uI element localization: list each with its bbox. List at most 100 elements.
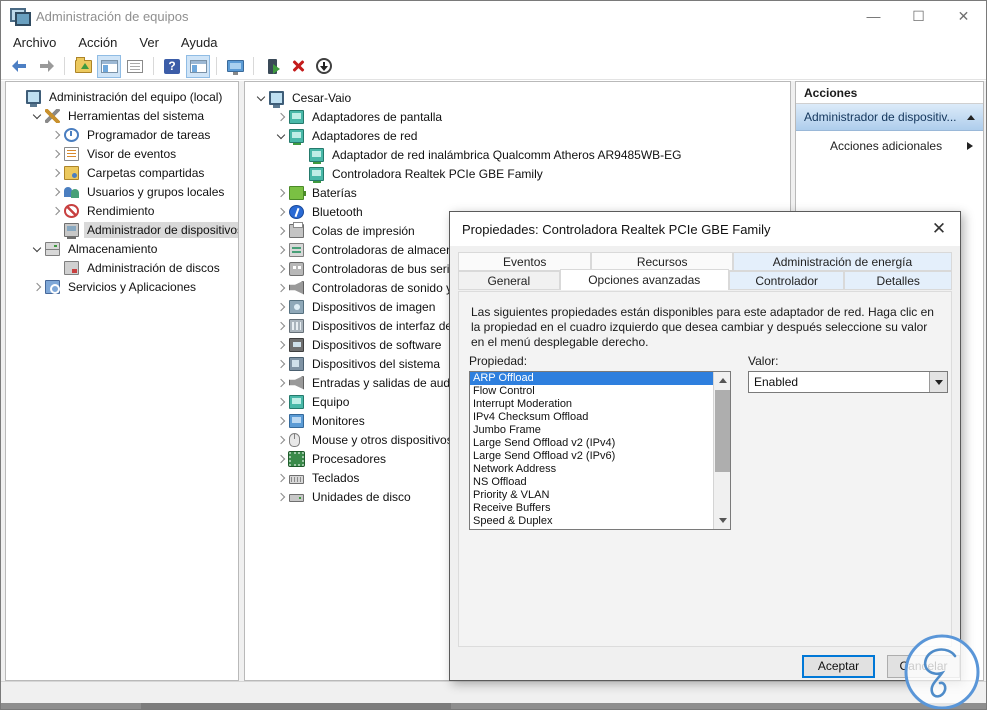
- toolbar-separator: [253, 57, 254, 75]
- close-button[interactable]: ✕: [941, 1, 986, 31]
- tree-item[interactable]: Administración de discos: [6, 258, 238, 277]
- uninstall-device-button[interactable]: [286, 55, 310, 78]
- chevron-down-icon[interactable]: [32, 243, 41, 252]
- menu-ayuda[interactable]: Ayuda: [181, 35, 218, 50]
- chevron-right-icon[interactable]: [276, 302, 285, 311]
- chevron-right-icon[interactable]: [276, 188, 285, 197]
- tree-item[interactable]: Usuarios y grupos locales: [6, 182, 238, 201]
- tree-item[interactable]: Adaptadores de pantalla: [251, 107, 790, 126]
- scrollbar-thumb[interactable]: [715, 390, 730, 472]
- chevron-right-icon[interactable]: [276, 378, 285, 387]
- chevron-right-icon[interactable]: [51, 149, 60, 158]
- property-list-item[interactable]: Large Send Offload v2 (IPv4): [470, 437, 713, 450]
- remote-monitor-button[interactable]: [223, 55, 247, 78]
- property-list-item[interactable]: NS Offload: [470, 476, 713, 489]
- chevron-right-icon[interactable]: [276, 226, 285, 235]
- chevron-right-icon[interactable]: [276, 359, 285, 368]
- accept-button[interactable]: Aceptar: [802, 655, 875, 678]
- tab-administracion-de-energia[interactable]: Administración de energía: [732, 252, 952, 271]
- forward-button[interactable]: [34, 55, 58, 78]
- performance-icon: [64, 203, 79, 218]
- taskbar-edge: [1, 703, 986, 709]
- tab-detalles[interactable]: Detalles: [844, 271, 952, 290]
- property-list-item[interactable]: Receive Buffers: [470, 502, 713, 515]
- update-driver-button[interactable]: [260, 55, 284, 78]
- chevron-down-icon[interactable]: [929, 372, 947, 392]
- dialog-close-icon[interactable]: ✕: [928, 219, 950, 239]
- tree-item[interactable]: Herramientas del sistema: [6, 106, 238, 125]
- property-list-item[interactable]: ARP Offload: [470, 372, 713, 385]
- chevron-right-icon[interactable]: [51, 206, 60, 215]
- tree-item[interactable]: Cesar-Vaio: [251, 88, 790, 108]
- tab-description: Las siguientes propiedades están disponi…: [471, 305, 934, 349]
- chevron-right-icon[interactable]: [276, 207, 285, 216]
- chevron-right-icon[interactable]: [276, 492, 285, 501]
- chevron-right-icon[interactable]: [276, 283, 285, 292]
- menu-archivo[interactable]: Archivo: [13, 35, 56, 50]
- property-list-item[interactable]: Interrupt Moderation: [470, 398, 713, 411]
- property-list-item[interactable]: IPv4 Checksum Offload: [470, 411, 713, 424]
- chevron-right-icon[interactable]: [276, 245, 285, 254]
- listbox-scrollbar[interactable]: [713, 372, 730, 529]
- property-list-item[interactable]: Priority & VLAN: [470, 489, 713, 502]
- actions-group-device-manager[interactable]: Administrador de dispositiv...: [796, 104, 983, 131]
- tree-item[interactable]: Servicios y Aplicaciones: [6, 277, 238, 296]
- property-list-item[interactable]: Large Send Offload v2 (IPv6): [470, 450, 713, 463]
- properties-button[interactable]: [123, 55, 147, 78]
- chevron-right-icon[interactable]: [51, 130, 60, 139]
- tree-item[interactable]: Rendimiento: [6, 201, 238, 220]
- scroll-up-icon[interactable]: [714, 372, 731, 389]
- chevron-right-icon[interactable]: [276, 264, 285, 273]
- tree-item[interactable]: Controladora Realtek PCIe GBE Family: [251, 164, 790, 183]
- tree-item[interactable]: Adaptador de red inalámbrica Qualcomm At…: [251, 145, 790, 164]
- property-list-item[interactable]: Speed & Duplex: [470, 515, 713, 528]
- menu-accion[interactable]: Acción: [78, 35, 117, 50]
- chevron-right-icon[interactable]: [51, 168, 60, 177]
- back-button[interactable]: [8, 55, 32, 78]
- menu-ver[interactable]: Ver: [139, 35, 159, 50]
- chevron-right-icon[interactable]: [276, 473, 285, 482]
- property-list-item[interactable]: Network Address: [470, 463, 713, 476]
- tree-item[interactable]: Carpetas compartidas: [6, 163, 238, 182]
- up-level-button[interactable]: [71, 55, 95, 78]
- chevron-right-icon[interactable]: [276, 454, 285, 463]
- actions-item-additional[interactable]: Acciones adicionales: [796, 131, 983, 161]
- computer-mgmt-icon: [26, 89, 41, 107]
- chevron-right-icon[interactable]: [276, 416, 285, 425]
- tree-item[interactable]: Adaptadores de red: [251, 126, 790, 145]
- value-combobox[interactable]: Enabled: [748, 371, 948, 393]
- tree-item-label: Programador de tareas: [87, 127, 211, 142]
- computer-management-window: Administración de equipos — ☐ ✕ Archivo …: [0, 0, 987, 710]
- tree-item[interactable]: Administrador de dispositivos: [6, 220, 238, 239]
- tree-item[interactable]: Programador de tareas: [6, 125, 238, 144]
- chevron-right-icon[interactable]: [276, 340, 285, 349]
- chevron-down-icon[interactable]: [276, 130, 285, 139]
- chevron-right-icon[interactable]: [276, 112, 285, 121]
- help-button[interactable]: ?: [160, 55, 184, 78]
- maximize-button[interactable]: ☐: [896, 1, 941, 31]
- property-list-item[interactable]: Flow Control: [470, 385, 713, 398]
- tree-item[interactable]: Administración del equipo (local): [6, 87, 238, 107]
- tree-item[interactable]: Visor de eventos: [6, 144, 238, 163]
- chevron-right-icon[interactable]: [51, 187, 60, 196]
- chevron-down-icon[interactable]: [256, 92, 265, 101]
- disable-device-button[interactable]: [312, 55, 336, 78]
- chevron-right-icon[interactable]: [276, 397, 285, 406]
- chevron-down-icon[interactable]: [32, 110, 41, 119]
- tree-item[interactable]: Almacenamiento: [6, 239, 238, 258]
- show-console-tree-button[interactable]: [97, 54, 121, 78]
- tree-item[interactable]: Baterías: [251, 183, 790, 202]
- printer-icon: [289, 221, 304, 238]
- tab-controlador[interactable]: Controlador: [728, 271, 845, 290]
- scroll-down-icon[interactable]: [714, 512, 731, 529]
- tab-opciones-avanzadas[interactable]: Opciones avanzadas: [559, 269, 729, 290]
- chevron-right-icon[interactable]: [32, 282, 41, 291]
- tree-item-label: Dispositivos del sistema: [312, 356, 441, 371]
- network-icon: [309, 147, 324, 164]
- property-list-item[interactable]: Jumbo Frame: [470, 424, 713, 437]
- chevron-right-icon[interactable]: [276, 435, 285, 444]
- tab-general[interactable]: General: [458, 271, 560, 290]
- minimize-button[interactable]: —: [851, 1, 896, 31]
- chevron-right-icon[interactable]: [276, 321, 285, 330]
- show-action-pane-button[interactable]: [186, 54, 210, 78]
